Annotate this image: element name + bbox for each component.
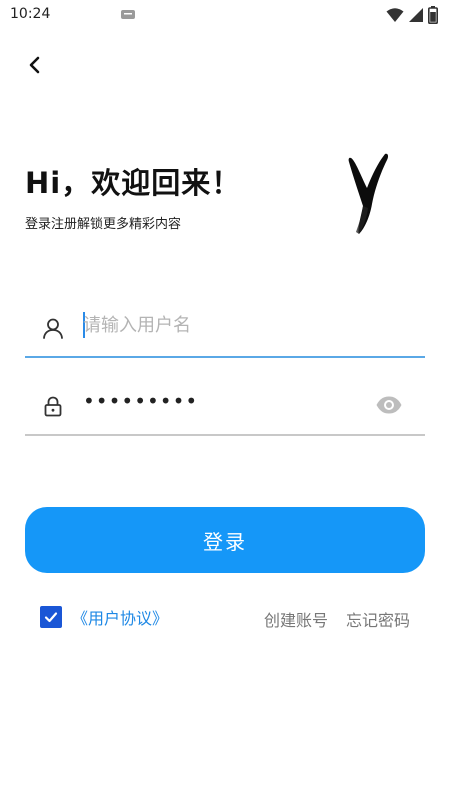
page-subtitle: 登录注册解锁更多精彩内容 [25,217,182,232]
forgot-password-link[interactable]: 忘记密码 [346,607,410,631]
status-bar: 10:24 [0,0,450,30]
lock-icon [44,396,62,417]
battery-icon [428,6,438,24]
page-title: Hi，欢迎回来！ [25,166,242,200]
brush-y-logo [348,153,389,234]
user-agreement-link[interactable]: 《用户协议》 [72,605,168,629]
password-field [25,378,425,436]
status-icons [386,5,438,25]
status-time: 10:24 [10,6,51,22]
notification-icon [121,10,135,19]
wifi-icon [386,8,404,22]
username-input[interactable] [83,308,363,342]
username-field [25,300,425,358]
agreement-checkbox[interactable] [40,606,62,628]
checkmark-icon [44,612,58,623]
back-button[interactable] [22,52,48,78]
login-button[interactable]: 登录 [25,507,425,573]
password-input[interactable] [83,384,363,418]
chevron-left-icon [29,56,40,74]
user-icon [43,318,63,339]
create-account-link[interactable]: 创建账号 [264,607,328,631]
signal-icon [409,8,423,22]
eye-icon[interactable] [375,394,403,416]
agreement-row: 《用户协议》 [40,604,168,630]
